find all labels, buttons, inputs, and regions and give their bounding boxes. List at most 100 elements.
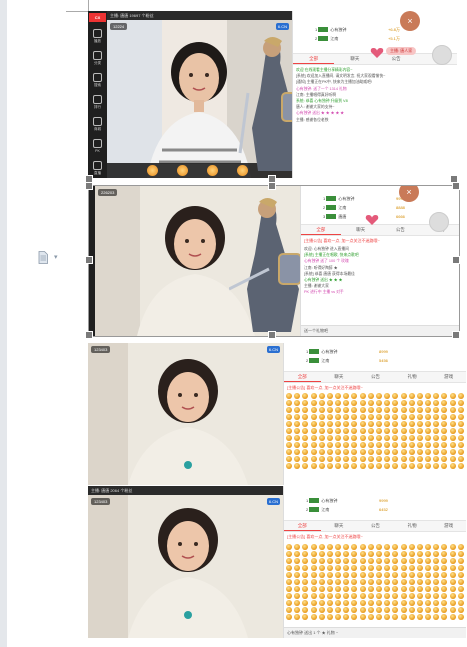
rank-row[interactable]: 2 江南 +5.1万: [293, 34, 457, 43]
emoji-icon: [310, 572, 317, 578]
avatar[interactable]: [429, 212, 449, 232]
search-icon: [93, 73, 102, 82]
document-icon[interactable]: [38, 251, 48, 264]
tab-gift[interactable]: 礼物: [394, 372, 431, 382]
emoji-icon: [457, 593, 464, 599]
rank-row[interactable]: 1 心有独钟 +6.8万: [293, 25, 457, 34]
sidebar-item-search[interactable]: 搜索: [88, 73, 107, 88]
heart-icon[interactable]: [365, 214, 379, 226]
sidebar-item-live[interactable]: 直播: [88, 161, 107, 176]
emoji-icon: [375, 586, 382, 592]
resize-handle[interactable]: [268, 331, 276, 339]
rank-row[interactable]: 2 江南 6452: [284, 505, 466, 514]
resize-handle[interactable]: [85, 256, 93, 264]
emoji-icon: [351, 449, 358, 455]
resize-handle[interactable]: [452, 331, 460, 339]
resize-handle[interactable]: [452, 182, 460, 190]
emoji-icon: [294, 600, 301, 606]
emoji-icon: [302, 600, 309, 606]
rank-row[interactable]: 1 心有独钟9999: [301, 194, 459, 203]
tab-chat[interactable]: 聊天: [321, 521, 358, 531]
resize-handle[interactable]: [452, 256, 460, 264]
screenshot-4[interactable]: 主播: 唐唐 2064 个粉丝 123403 6.CN 1 心有独钟 9999 2…: [88, 486, 466, 638]
emoji-icon: [425, 586, 432, 592]
gift-prompt[interactable]: 送一个礼物吧: [301, 325, 459, 336]
chevron-down-icon[interactable]: ▾: [54, 253, 58, 261]
video-player[interactable]: 123403 6.CN: [88, 343, 283, 485]
tab-all[interactable]: 全部: [284, 521, 321, 531]
screenshot-1[interactable]: CX 播放 分类 搜索 排行 商城 PK 直播 主播: 唐唐 19697 个粉丝…: [88, 11, 457, 178]
anchor-pill[interactable]: 主播: 唐人家: [386, 47, 417, 55]
heart-icon[interactable]: [370, 47, 384, 59]
tab-gift[interactable]: 礼物: [394, 521, 431, 531]
screenshot-3[interactable]: 123403 6.CN 1 心有独钟 8999 2 江南 5456 全部 聊天 公告…: [88, 343, 466, 485]
level-badge-icon: [326, 196, 337, 202]
emoji-icon: [302, 407, 309, 413]
gift-icon[interactable]: [147, 165, 158, 176]
tab-chat[interactable]: 聊天: [341, 225, 381, 235]
emoji-icon: [318, 463, 325, 469]
emoji-icon: [294, 572, 301, 578]
screenshot-2[interactable]: 226203 1 心有独钟9999 2 江南 8888 3 唐唐 6666 全部 聊…: [88, 185, 460, 337]
emoji-icon: [359, 407, 366, 413]
emoji-icon: [433, 544, 440, 550]
rank-row[interactable]: 1 心有独钟 8999: [284, 347, 466, 356]
emoji-icon: [351, 456, 358, 462]
emoji-icon: [375, 393, 382, 399]
avatar[interactable]: [432, 45, 452, 65]
tab-game[interactable]: 游戏: [430, 372, 466, 382]
emoji-icon: [441, 579, 448, 585]
emoji-icon: [400, 449, 407, 455]
sidebar-item-rank[interactable]: 排行: [88, 95, 107, 110]
emoji-icon: [310, 449, 317, 455]
rank-row[interactable]: 2 江南 5456: [284, 356, 466, 365]
emoji-icon: [302, 565, 309, 571]
emoji-icon: [425, 393, 432, 399]
tab-notice[interactable]: 公告: [381, 225, 421, 235]
anchor-notice: [主播公告] 喜欢一点, 加一点关注不迷路哦~: [287, 534, 363, 539]
resize-handle[interactable]: [85, 182, 93, 190]
sidebar-item-pk[interactable]: PK: [88, 139, 107, 153]
resize-handle[interactable]: [268, 182, 276, 190]
tab-notice[interactable]: 公告: [357, 372, 394, 382]
sidebar-item-shop[interactable]: 商城: [88, 117, 107, 132]
emoji-icon: [343, 393, 350, 399]
emoji-icon: [335, 442, 342, 448]
emoji-icon: [367, 572, 374, 578]
tab-chat[interactable]: 聊天: [321, 372, 358, 382]
tab-all[interactable]: 全部: [293, 54, 335, 64]
emoji-icon: [392, 544, 399, 550]
emoji-icon: [408, 463, 415, 469]
tab-notice[interactable]: 公告: [357, 521, 394, 531]
tab-all[interactable]: 全部: [284, 372, 321, 382]
emoji-icon: [441, 456, 448, 462]
close-button[interactable]: ×: [400, 11, 420, 31]
emoji-icon: [441, 593, 448, 599]
emoji-icon: [425, 614, 432, 620]
emoji-icon: [392, 393, 399, 399]
rank-row[interactable]: 2 江南 8888: [301, 203, 459, 212]
resize-handle[interactable]: [85, 331, 93, 339]
gift-icon[interactable]: [177, 165, 188, 176]
sidebar-item-label: 分类: [94, 61, 101, 65]
chat-message-list: 欢迎: 心有独钟 进入直播间 [系统] 主播正在唱歌, 快来点歌吧 心有独钟 送…: [304, 246, 457, 296]
gift-icon[interactable]: [207, 165, 218, 176]
emoji-icon: [294, 551, 301, 557]
video-player[interactable]: 123403 6.CN: [88, 495, 283, 638]
tab-all[interactable]: 全部: [301, 225, 341, 235]
pk-icon: [93, 139, 102, 148]
tab-game[interactable]: 游戏: [430, 521, 466, 531]
gift-prompt[interactable]: 心有独钟 送出 1 个 ★ 礼物 ~: [284, 627, 466, 638]
sidebar-item-category[interactable]: 分类: [88, 51, 107, 66]
emoji-icon: [343, 435, 350, 441]
emoji-icon: [392, 407, 399, 413]
emoji-icon: [310, 400, 317, 406]
sidebar-item-play[interactable]: 播放: [88, 29, 107, 44]
emoji-icon: [425, 600, 432, 606]
emoji-icon: [457, 558, 464, 564]
rank-row[interactable]: 1 心有独钟9999: [284, 496, 466, 505]
emoji-icon: [392, 400, 399, 406]
emoji-icon: [310, 442, 317, 448]
emoji-icon: [441, 407, 448, 413]
emoji-icon: [449, 579, 456, 585]
